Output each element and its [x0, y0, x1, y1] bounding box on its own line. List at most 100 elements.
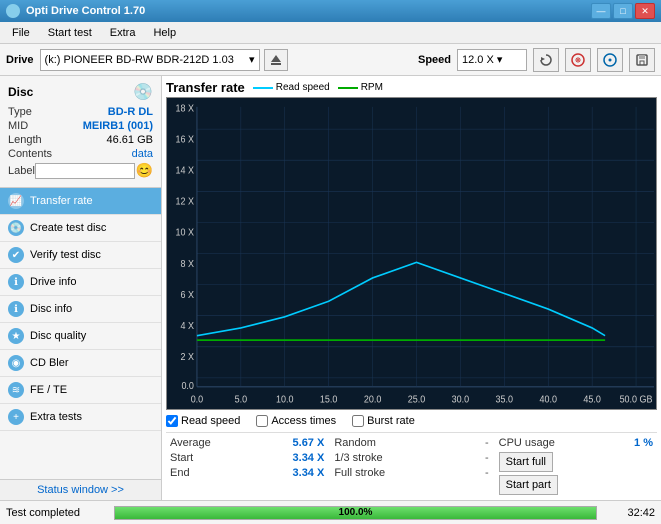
nav-item-disc-info[interactable]: ℹ Disc info [0, 296, 161, 323]
progress-label: 100.0% [115, 507, 596, 519]
legend-rpm-label: RPM [361, 82, 383, 93]
status-window-button[interactable]: Status window >> [0, 479, 161, 500]
save-button[interactable] [629, 48, 655, 72]
svg-text:30.0: 30.0 [452, 394, 469, 406]
stat-average-value: 5.67 X [293, 437, 325, 449]
burn-icon-button[interactable] [597, 48, 623, 72]
stat-1-3-stroke: 1/3 stroke - [334, 451, 488, 465]
drive-info-icon: ℹ [8, 274, 24, 290]
chart-header: Transfer rate Read speed RPM [166, 80, 657, 95]
disc-contents-label: Contents [8, 148, 52, 160]
nav-item-extra-tests[interactable]: + Extra tests [0, 404, 161, 431]
disc-length-label: Length [8, 134, 42, 146]
toolbar: Drive (k:) PIONEER BD-RW BDR-212D 1.03 ▾… [0, 44, 661, 76]
main-area: Disc 💿 Type BD-R DL MID MEIRB1 (001) Len… [0, 76, 661, 500]
svg-text:4 X: 4 X [180, 321, 194, 333]
menu-help[interactable]: Help [145, 25, 184, 41]
disc-section-title: Disc [8, 85, 33, 99]
stat-random-value: - [485, 437, 489, 449]
speed-dropdown[interactable]: 12.0 X ▾ [457, 49, 527, 71]
disc-mid-value: MEIRB1 (001) [83, 120, 153, 132]
legend-rpm: RPM [338, 82, 383, 93]
legend-read-color [253, 87, 273, 89]
menu-file[interactable]: File [4, 25, 38, 41]
svg-text:35.0: 35.0 [496, 394, 513, 406]
legend-read-label: Read speed [276, 82, 330, 93]
start-full-button[interactable]: Start full [499, 452, 553, 472]
chart-svg: 18 X 16 X 14 X 12 X 10 X 8 X 6 X 4 X 2 X… [167, 98, 656, 409]
progress-bar-container: 100.0% [114, 506, 597, 520]
cb-access-times-input[interactable] [256, 415, 268, 427]
svg-text:16 X: 16 X [175, 134, 194, 146]
stat-start-value: 3.34 X [293, 452, 325, 464]
drive-dropdown[interactable]: (k:) PIONEER BD-RW BDR-212D 1.03 ▾ [40, 49, 260, 71]
nav-list: 📈 Transfer rate 💿 Create test disc ✔ Ver… [0, 188, 161, 479]
disc-label-input[interactable] [35, 163, 135, 179]
svg-text:8 X: 8 X [180, 258, 194, 270]
sidebar: Disc 💿 Type BD-R DL MID MEIRB1 (001) Len… [0, 76, 162, 500]
nav-label-verify-test-disc: Verify test disc [30, 249, 101, 261]
cb-read-speed[interactable]: Read speed [166, 415, 240, 427]
svg-text:10 X: 10 X [175, 227, 194, 239]
close-button[interactable]: ✕ [635, 3, 655, 19]
verify-test-disc-icon: ✔ [8, 247, 24, 263]
stat-start-full-row: Start full [499, 451, 653, 473]
create-test-disc-icon: 💿 [8, 220, 24, 236]
disc-quality-icon: ★ [8, 328, 24, 344]
nav-item-transfer-rate[interactable]: 📈 Transfer rate [0, 188, 161, 215]
cb-access-times-label: Access times [271, 415, 336, 427]
maximize-button[interactable]: □ [613, 3, 633, 19]
chart-title: Transfer rate [166, 80, 245, 95]
svg-text:2 X: 2 X [180, 352, 194, 364]
stat-random-label: Random [334, 437, 376, 449]
stat-cpu-usage: CPU usage 1 % [499, 436, 653, 450]
nav-item-verify-test-disc[interactable]: ✔ Verify test disc [0, 242, 161, 269]
stats-col3: CPU usage 1 % Start full Start part [495, 436, 657, 496]
svg-text:6 X: 6 X [180, 290, 194, 302]
eject-button[interactable] [264, 49, 288, 71]
menu-start-test[interactable]: Start test [40, 25, 100, 41]
stat-full-stroke: Full stroke - [334, 466, 488, 480]
minimize-button[interactable]: — [591, 3, 611, 19]
svg-text:0.0: 0.0 [191, 394, 203, 406]
svg-text:15.0: 15.0 [320, 394, 337, 406]
svg-text:50.0 GB: 50.0 GB [620, 394, 653, 406]
nav-item-fe-te[interactable]: ≋ FE / TE [0, 377, 161, 404]
legend-rpm-color [338, 87, 358, 89]
nav-item-disc-quality[interactable]: ★ Disc quality [0, 323, 161, 350]
stat-cpu-label: CPU usage [499, 437, 555, 449]
nav-item-cd-bler[interactable]: ◉ CD Bler [0, 350, 161, 377]
stats-area: Average 5.67 X Start 3.34 X End 3.34 X R… [166, 432, 657, 496]
cb-access-times[interactable]: Access times [256, 415, 336, 427]
title-bar: Opti Drive Control 1.70 — □ ✕ [0, 0, 661, 22]
chart-area: Transfer rate Read speed RPM [162, 76, 661, 500]
stat-average-label: Average [170, 437, 211, 449]
drive-select-area: (k:) PIONEER BD-RW BDR-212D 1.03 ▾ [40, 49, 412, 71]
extra-tests-icon: + [8, 409, 24, 425]
transfer-rate-icon: 📈 [8, 193, 24, 209]
legend-read-speed: Read speed [253, 82, 330, 93]
cb-burst-rate[interactable]: Burst rate [352, 415, 415, 427]
stat-end: End 3.34 X [170, 466, 324, 480]
nav-item-drive-info[interactable]: ℹ Drive info [0, 269, 161, 296]
stat-full-stroke-label: Full stroke [334, 467, 385, 479]
disc-icon-button[interactable] [565, 48, 591, 72]
disc-icon: 💿 [133, 82, 153, 102]
nav-label-fe-te: FE / TE [30, 384, 67, 396]
cb-burst-rate-input[interactable] [352, 415, 364, 427]
stat-random: Random - [334, 436, 488, 450]
disc-label-label: Label [8, 165, 35, 177]
cb-read-speed-input[interactable] [166, 415, 178, 427]
stat-start-label: Start [170, 452, 193, 464]
stat-start-part-row: Start part [499, 474, 653, 496]
nav-item-create-test-disc[interactable]: 💿 Create test disc [0, 215, 161, 242]
nav-label-transfer-rate: Transfer rate [30, 195, 93, 207]
refresh-button[interactable] [533, 48, 559, 72]
speed-label: Speed [418, 54, 451, 66]
nav-label-disc-info: Disc info [30, 303, 72, 315]
start-part-button[interactable]: Start part [499, 475, 558, 495]
cd-bler-icon: ◉ [8, 355, 24, 371]
menu-extra[interactable]: Extra [102, 25, 144, 41]
disc-mid-label: MID [8, 120, 28, 132]
stats-col1: Average 5.67 X Start 3.34 X End 3.34 X [166, 436, 328, 496]
